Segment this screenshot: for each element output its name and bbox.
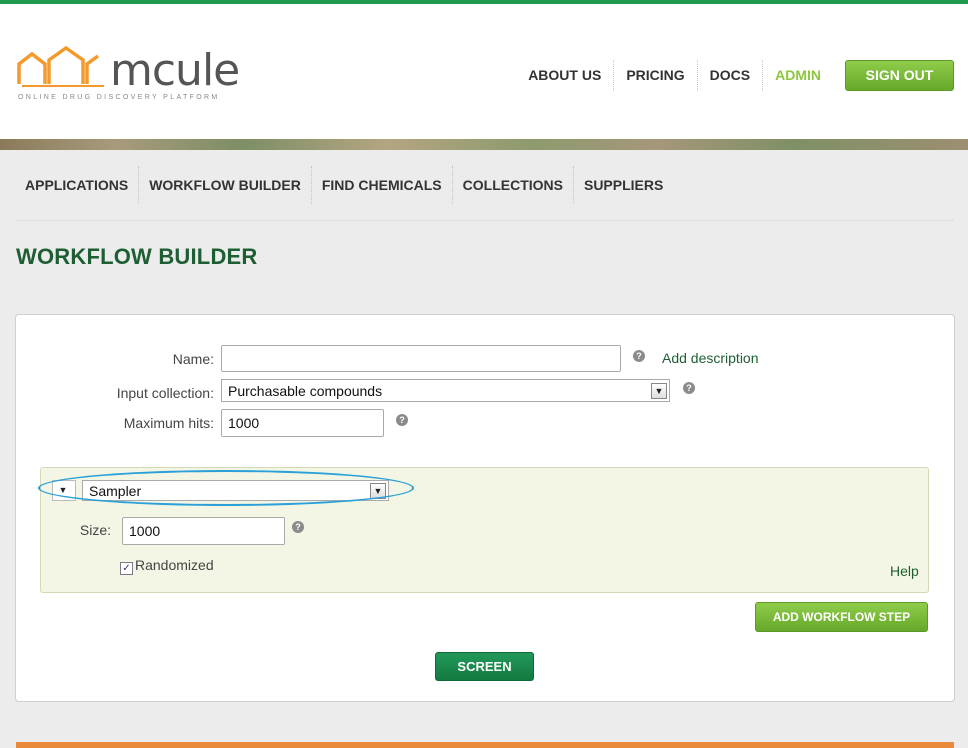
highlight-annotation: [38, 470, 414, 506]
size-input[interactable]: [122, 517, 285, 545]
top-navigation: ABOUT US PRICING DOCS ADMIN SIGN OUT: [516, 60, 954, 91]
nav-suppliers[interactable]: SUPPLIERS: [574, 166, 673, 204]
nav-find-chemicals[interactable]: FIND CHEMICALS: [312, 166, 453, 204]
chevron-down-icon: ▼: [651, 383, 667, 399]
header-banner-strip: [0, 139, 968, 150]
nav-workflow-builder[interactable]: WORKFLOW BUILDER: [139, 166, 312, 204]
name-label: Name:: [172, 351, 214, 367]
step-help-link[interactable]: Help: [890, 563, 919, 579]
main-navigation: APPLICATIONS WORKFLOW BUILDER FIND CHEMI…: [16, 166, 673, 204]
nav-about-us[interactable]: ABOUT US: [516, 60, 615, 91]
site-header: mcule ONLINE DRUG DISCOVERY PLATFORM ABO…: [0, 4, 968, 139]
input-collection-label: Input collection:: [116, 385, 214, 401]
nav-docs[interactable]: DOCS: [698, 60, 764, 91]
page-title: WORKFLOW BUILDER: [16, 244, 258, 269]
nav-collections[interactable]: COLLECTIONS: [453, 166, 574, 204]
mcule-logo[interactable]: mcule ONLINE DRUG DISCOVERY PLATFORM: [16, 46, 240, 106]
name-help-icon[interactable]: ?: [633, 350, 645, 362]
randomized-checkbox[interactable]: ✓: [120, 562, 133, 575]
nav-admin[interactable]: ADMIN: [763, 60, 833, 91]
randomized-label: Randomized: [135, 557, 214, 573]
input-collection-value: Purchasable compounds: [228, 383, 383, 399]
house-logo-icon: [17, 46, 104, 87]
screen-button[interactable]: SCREEN: [435, 652, 534, 681]
sign-out-button[interactable]: SIGN OUT: [845, 60, 954, 91]
nav-divider: [16, 220, 953, 221]
name-input[interactable]: [221, 345, 621, 372]
logo-tagline: ONLINE DRUG DISCOVERY PLATFORM: [18, 94, 220, 101]
add-workflow-step-button[interactable]: ADD WORKFLOW STEP: [755, 602, 928, 632]
maximum-hits-label: Maximum hits:: [123, 415, 214, 431]
logo-wordmark: mcule: [110, 45, 240, 96]
nav-applications[interactable]: APPLICATIONS: [16, 166, 140, 204]
input-collection-help-icon[interactable]: ?: [683, 382, 695, 394]
footer-accent-bar: [16, 742, 954, 748]
maximum-hits-help-icon[interactable]: ?: [396, 414, 408, 426]
nav-pricing[interactable]: PRICING: [614, 60, 698, 91]
input-collection-select[interactable]: Purchasable compounds ▼: [221, 379, 670, 402]
add-description-link[interactable]: Add description: [662, 350, 759, 366]
size-help-icon[interactable]: ?: [292, 521, 304, 533]
maximum-hits-input[interactable]: [221, 409, 384, 437]
size-label: Size:: [79, 522, 111, 538]
